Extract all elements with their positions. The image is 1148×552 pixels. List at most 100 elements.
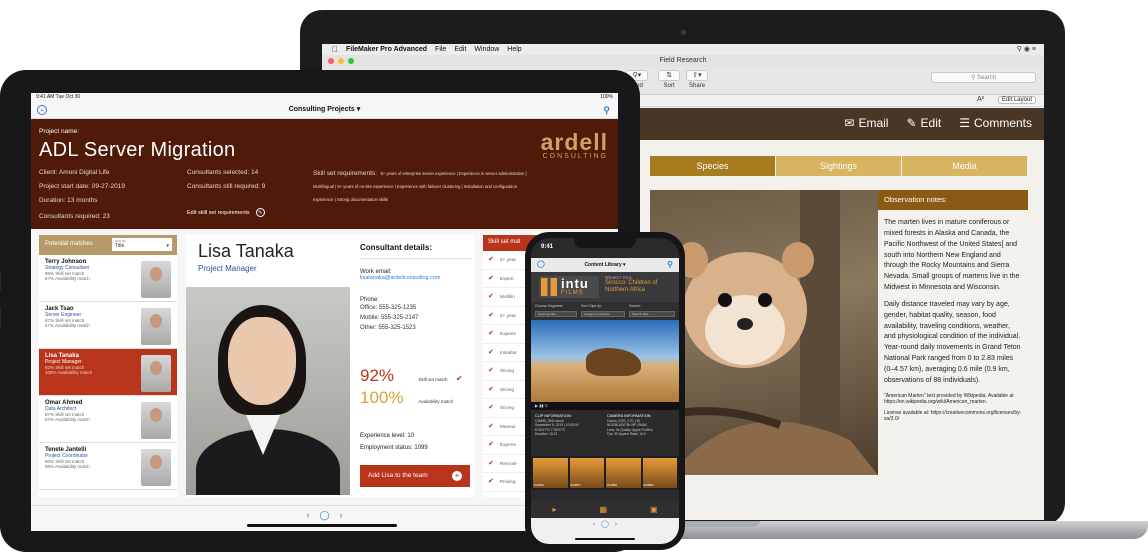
clip-thumbnails: #13842 #13857 #13880 #13882 bbox=[531, 456, 679, 490]
sort-tool[interactable]: ⇅ Sort bbox=[658, 70, 680, 89]
match-item[interactable]: Jack Tsao Server Engineer 87% Skill set … bbox=[39, 302, 177, 349]
consultant-photo bbox=[186, 287, 350, 495]
clip-thumbnail[interactable]: #13882 bbox=[642, 458, 677, 488]
project-label: Project name: bbox=[39, 128, 80, 135]
search-clips-input[interactable]: Search clips bbox=[629, 311, 675, 317]
record-tabs: Species Sightings Media bbox=[650, 156, 1028, 176]
match-item-selected[interactable]: Lisa Tanaka Project Manager 92% Skill se… bbox=[39, 349, 177, 396]
edit-layout-button[interactable]: Edit Layout bbox=[997, 96, 1036, 104]
ipad-volume-up bbox=[0, 270, 1, 292]
video-controls[interactable]: ▶ ▮▮ ↻ bbox=[531, 402, 679, 410]
field-required: Consultants required: 23 bbox=[39, 213, 110, 220]
match-item[interactable]: Omar Ahmed Data Architect 87% Skill set … bbox=[39, 396, 177, 443]
refresh-icon[interactable]: ◯ bbox=[319, 510, 329, 520]
skills-line-3: experience | Strong documentation skills bbox=[313, 197, 389, 202]
email-label: Email bbox=[858, 116, 889, 130]
avatar bbox=[141, 449, 171, 486]
comments-button[interactable]: ☰ Comments bbox=[959, 116, 1032, 130]
thumbnail-id: #13857 bbox=[570, 483, 581, 487]
email-button[interactable]: ✉ Email bbox=[844, 116, 888, 130]
chevron-right-icon[interactable]: › bbox=[615, 521, 617, 528]
clip-info-column: CLIP INFORMATION: 134895_SHD-stock Septe… bbox=[535, 414, 601, 437]
text-size-icon[interactable]: A² bbox=[977, 96, 984, 103]
clip-thumbnail[interactable]: #13842 bbox=[533, 458, 568, 488]
video-tab-icon[interactable]: ▸ bbox=[552, 505, 556, 514]
availability-label: Availability match bbox=[418, 399, 454, 404]
chevron-down-icon[interactable]: ⌄ bbox=[37, 105, 47, 115]
close-button[interactable] bbox=[328, 58, 334, 64]
tab-species[interactable]: Species bbox=[650, 156, 776, 176]
edit-icon: ✎ bbox=[906, 116, 917, 130]
chevron-left-icon[interactable]: ‹ bbox=[593, 521, 595, 528]
nav-title[interactable]: Consulting Projects ▾ bbox=[289, 106, 361, 113]
edit-skills-button[interactable]: Edit skill set requirements ✎ bbox=[187, 208, 265, 217]
details-heading: Consultant details: bbox=[360, 243, 472, 259]
iphone-nav-title[interactable]: Content Library ▾ bbox=[584, 262, 625, 268]
comments-icon: ☰ bbox=[959, 116, 970, 130]
ipad-status-bar: 9:41 AM Tue Oct 30 100% bbox=[31, 93, 618, 101]
thumbnail-id: #13880 bbox=[607, 483, 618, 487]
notes-paragraph-2: Daily distance traveled may vary by age,… bbox=[884, 300, 1021, 384]
menu-edit[interactable]: Edit bbox=[454, 46, 466, 53]
menubar-status-icons[interactable]: ⚲ ◉ ≡ bbox=[1017, 45, 1036, 53]
menu-window[interactable]: Window bbox=[474, 46, 499, 53]
sort-select[interactable]: sort by Title ▾ bbox=[112, 238, 172, 251]
share-tool[interactable]: ⇧▾ Share bbox=[686, 70, 708, 89]
iphone-time: 9:41 bbox=[541, 244, 554, 250]
record-actions: ✉ Email ✎ Edit ☰ Comments bbox=[844, 116, 1032, 130]
check-icon: ✔ bbox=[488, 459, 494, 467]
check-icon: ✔ bbox=[488, 404, 494, 411]
search-icon[interactable]: ⚲ bbox=[603, 101, 610, 119]
phone-other[interactable]: Other: 555-325-1523 bbox=[360, 323, 472, 333]
skill-row-label: Measur bbox=[499, 424, 516, 430]
add-to-team-button[interactable]: Add Lisa to the team + bbox=[360, 465, 470, 487]
clip-thumbnail[interactable]: #13857 bbox=[569, 458, 604, 488]
window-title: Field Research bbox=[659, 57, 707, 64]
chevron-down-icon[interactable]: ◯ bbox=[537, 258, 545, 272]
phone-office[interactable]: Office: 555-325-1235 bbox=[360, 303, 472, 313]
tab-sightings[interactable]: Sightings bbox=[776, 156, 902, 176]
gallery-tab-icon[interactable]: ▣ bbox=[650, 505, 658, 514]
match-scores: 92% Skill set match ✔ 100% Availability … bbox=[360, 365, 472, 409]
document-tab-icon[interactable]: ▦ bbox=[599, 505, 607, 514]
menu-app-name[interactable]: FileMaker Pro Advanced bbox=[346, 46, 427, 53]
search-icon[interactable]: ⚲ bbox=[667, 258, 673, 272]
clip-info-line: Duration: 15.21 bbox=[535, 432, 558, 437]
email-link[interactable]: lisatanaka@ardellconsulting.com bbox=[360, 275, 472, 281]
match-item[interactable]: Terry Johnson Strategy Consultant 95% Sk… bbox=[39, 255, 177, 302]
notes-body: The marten lives in mature coniferous or… bbox=[878, 210, 1028, 423]
edit-button[interactable]: ✎ Edit bbox=[906, 116, 941, 130]
segment-select[interactable]: Opening intro bbox=[535, 311, 577, 317]
potential-matches-panel: Potential matches sort by Title ▾ Terry … bbox=[39, 235, 177, 497]
intu-films-logo: intu FILMS bbox=[539, 276, 599, 298]
iphone-nav-bar: ◯ Content Library ▾ ⚲ bbox=[531, 258, 679, 272]
share-icon: ⇧▾ bbox=[686, 70, 708, 81]
skill-row-label: Privileg bbox=[499, 480, 516, 485]
menu-file[interactable]: File bbox=[435, 46, 446, 53]
sort-clips-select[interactable]: Longest to shortest bbox=[581, 311, 625, 317]
skill-percent: 92% bbox=[360, 366, 395, 385]
menu-help[interactable]: Help bbox=[507, 46, 521, 53]
phone-mobile[interactable]: Mobile: 555-325-2147 bbox=[360, 313, 472, 323]
minimize-button[interactable] bbox=[338, 58, 344, 64]
skill-row-label: Remote bbox=[499, 461, 517, 467]
skills-line-1: 5+ years of enterprise server experience… bbox=[380, 171, 527, 176]
clip-filters: Choose Segment: Sort Clips by: Search: O… bbox=[531, 302, 679, 320]
plus-icon: + bbox=[452, 471, 462, 481]
match-item[interactable]: Tenete Jantelli Project Coordinator 90% … bbox=[39, 443, 177, 490]
chevron-right-icon[interactable]: › bbox=[340, 510, 343, 520]
sort-label: Sort bbox=[663, 83, 675, 89]
refresh-icon[interactable]: ◯ bbox=[601, 521, 609, 528]
video-preview[interactable] bbox=[531, 320, 679, 402]
check-icon: ✔ bbox=[488, 422, 494, 430]
avatar bbox=[141, 355, 171, 392]
chevron-down-icon: ▾ bbox=[166, 243, 169, 249]
chevron-left-icon[interactable]: ‹ bbox=[306, 510, 309, 520]
zoom-button[interactable] bbox=[348, 58, 354, 64]
search-input[interactable]: ⚲ Search bbox=[931, 72, 1036, 83]
clip-thumbnail[interactable]: #13880 bbox=[606, 458, 641, 488]
play-icon[interactable]: ▶ ▮▮ ↻ bbox=[535, 403, 548, 408]
iphone-bottom-toolbar: ‹ ◯ › bbox=[531, 518, 679, 544]
tab-media[interactable]: Media bbox=[902, 156, 1028, 176]
apple-icon[interactable]:  bbox=[332, 45, 338, 54]
